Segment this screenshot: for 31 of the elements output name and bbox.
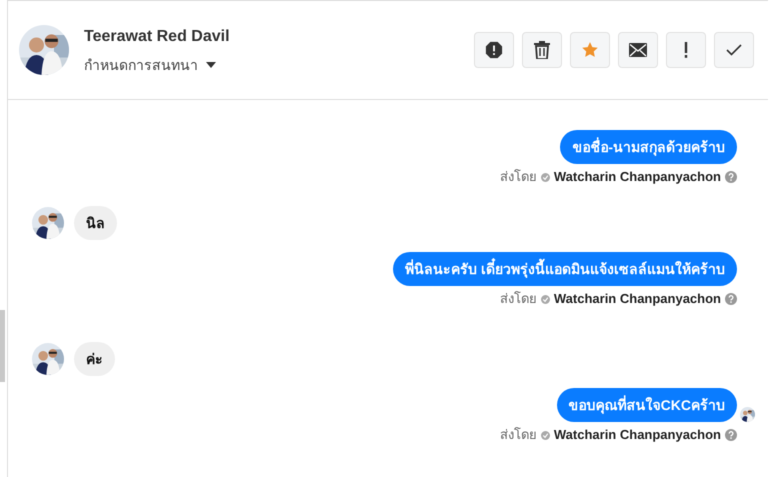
help-icon [725,429,737,441]
trash-icon [534,41,550,59]
star-icon [581,41,599,59]
message-bubble: ขอชื่อ-นามสกุลด้วยคร้าบ [560,130,737,164]
action-button[interactable] [618,32,658,68]
action-button[interactable] [474,32,514,68]
message-bubble: ขอบคุณที่สนใจCKCคร้าบ [556,388,737,422]
action-button[interactable] [522,32,562,68]
help-icon [725,293,737,305]
message-bubble: พี่นิลนะครับ เดี๋ยวพรุ่งนี้แอดมินแจ้งเซลล์แมนให้คร้าบ [393,252,737,286]
envelope-icon [629,43,647,57]
message-bubble: ค่ะ [74,342,115,376]
sent-by-label: ส่งโดย [500,290,537,308]
check-circle-icon [540,172,550,182]
exclamation-icon [684,42,688,58]
alert-octagon-icon [485,41,503,59]
action-button[interactable] [714,32,754,68]
sent-by-label: ส่งโดย [500,168,537,186]
check-circle-icon [540,430,550,440]
check-icon [726,44,742,56]
contact-name: Teerawat Red Davil [84,26,230,46]
check-circle-icon [540,294,550,304]
sender-name: Watcharin Chanpanyachon [554,426,721,444]
sent-by-label: ส่งโดย [500,426,537,444]
message-bubble: นิล [74,206,117,240]
caret-icon [206,62,216,68]
assign-dropdown[interactable]: กำหนดการสนทนา [84,54,230,76]
help-icon [725,171,737,183]
sender-name: Watcharin Chanpanyachon [554,290,721,308]
sender-name: Watcharin Chanpanyachon [554,168,721,186]
scrollbar[interactable] [0,310,5,382]
